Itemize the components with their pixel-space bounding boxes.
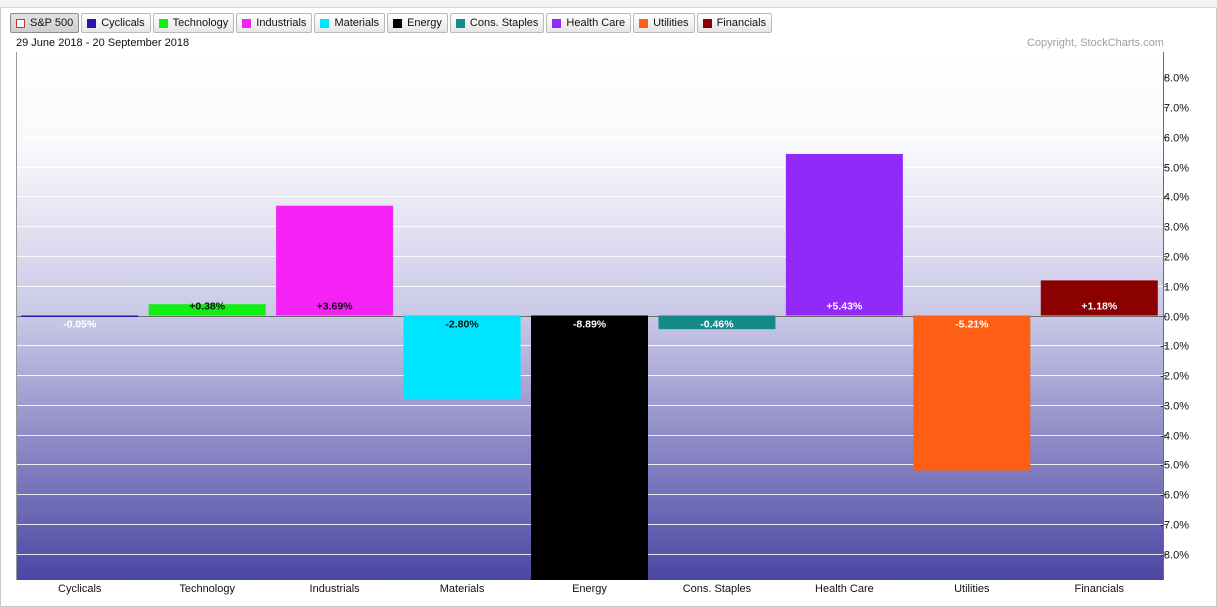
x-category-label: Health Care	[815, 583, 874, 595]
y-tick-label: 3.0%	[1164, 222, 1189, 234]
x-category-label: Cons. Staples	[683, 583, 752, 595]
x-category-label: Cyclicals	[58, 583, 102, 595]
y-tick-label: 5.0%	[1164, 163, 1189, 175]
x-category-label: Financials	[1075, 583, 1125, 595]
x-category-label: Energy	[572, 583, 607, 595]
y-tick-label: -5.0%	[1160, 460, 1189, 472]
y-tick-label: -2.0%	[1160, 371, 1189, 383]
bar-utilities	[913, 315, 1031, 471]
x-category-label: Industrials	[310, 583, 361, 595]
y-tick-label: -8.0%	[1160, 550, 1189, 562]
data-label: +0.38%	[189, 301, 226, 313]
bar-energy	[531, 315, 648, 580]
y-tick-label: 0.0%	[1164, 312, 1189, 324]
bar-health-care	[785, 153, 903, 316]
bar-cyclicals	[21, 315, 139, 317]
y-tick-label: 6.0%	[1164, 133, 1189, 145]
y-tick-label: 4.0%	[1164, 192, 1189, 204]
data-label: +3.69%	[317, 301, 354, 313]
data-label: -8.89%	[573, 319, 607, 331]
data-label: +1.18%	[1081, 301, 1118, 313]
y-tick-label: 1.0%	[1164, 282, 1189, 294]
y-tick-label: 8.0%	[1164, 73, 1189, 85]
x-category-label: Technology	[179, 583, 235, 595]
y-tick-label: -3.0%	[1160, 401, 1189, 413]
data-label: +5.43%	[826, 301, 863, 313]
x-category-label: Materials	[440, 583, 485, 595]
y-tick-label: 2.0%	[1164, 252, 1189, 264]
bar-chart: 8.0% 7.0% 6.0% 5.0% 4.0% 3.0% 2.0% 1.0% 0.0% -1.0…	[16, 52, 1189, 595]
y-tick-label: 7.0%	[1164, 103, 1189, 115]
data-label: -0.05%	[63, 319, 97, 331]
y-tick-label: -1.0%	[1160, 341, 1189, 353]
y-tick-label: -4.0%	[1160, 431, 1189, 443]
y-tick-label: -7.0%	[1160, 520, 1189, 532]
y-tick-label: -6.0%	[1160, 490, 1189, 502]
bar-industrials	[276, 205, 394, 316]
data-label: -0.46%	[700, 319, 734, 331]
x-category-label: Utilities	[954, 583, 990, 595]
data-label: -5.21%	[955, 319, 989, 331]
data-label: -2.80%	[445, 319, 479, 331]
